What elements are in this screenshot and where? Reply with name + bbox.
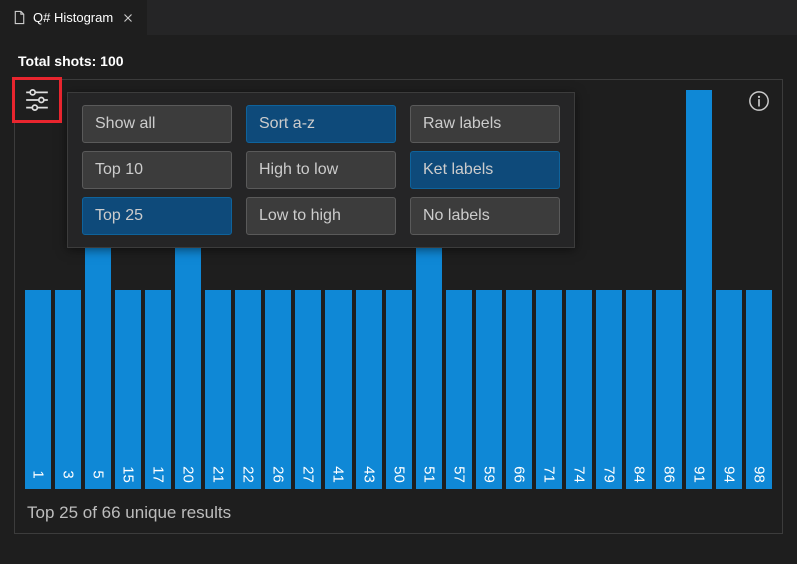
bar-label: 1 [30,470,47,478]
filter-option-1[interactable]: Top 10 [82,151,232,189]
bar-label: 79 [600,466,617,483]
bar[interactable]: 41 [325,290,351,490]
tab-bar: Q# Histogram [0,0,797,35]
settings-toggle[interactable] [12,77,62,123]
info-icon[interactable] [748,90,770,112]
bar-label: 41 [330,466,347,483]
bar[interactable]: 94 [716,290,742,490]
bar-label: 50 [390,466,407,483]
bar[interactable]: 21 [205,290,231,490]
bar-label: 71 [540,466,557,483]
bar[interactable]: 27 [295,290,321,490]
bar-label: 98 [751,466,768,483]
bar[interactable]: 59 [476,290,502,490]
bar-label: 51 [420,466,437,483]
sort-option-0[interactable]: Sort a-z [246,105,396,143]
bar-label: 21 [210,466,227,483]
bar-label: 20 [180,466,197,483]
bar[interactable]: 50 [386,290,412,490]
bar-label: 59 [480,466,497,483]
labels-option-1[interactable]: Ket labels [410,151,560,189]
bar[interactable]: 71 [536,290,562,490]
bar-label: 57 [450,466,467,483]
bar-label: 91 [691,466,708,483]
close-icon[interactable] [119,9,137,27]
sliders-icon [23,87,51,113]
bar[interactable]: 98 [746,290,772,490]
tab-qsharp-histogram[interactable]: Q# Histogram [0,0,148,35]
bar-label: 86 [661,466,678,483]
bar[interactable]: 17 [145,290,171,490]
bar[interactable]: 43 [356,290,382,490]
filter-column: Show all Top 10 Top 25 [82,105,232,235]
labels-option-0[interactable]: Raw labels [410,105,560,143]
bar-label: 43 [360,466,377,483]
bar-label: 27 [300,466,317,483]
bar-label: 22 [240,466,257,483]
filter-option-2[interactable]: Top 25 [82,197,232,235]
total-shots-label: Total shots: 100 [18,53,783,69]
bar[interactable]: 66 [506,290,532,490]
bar-label: 15 [120,466,137,483]
bar-label: 17 [150,466,167,483]
histogram-frame: Show all Top 10 Top 25 Sort a-z High to low… [14,79,783,534]
bar-label: 94 [721,466,738,483]
bar-label: 84 [630,466,647,483]
bar[interactable]: 15 [115,290,141,490]
filter-option-0[interactable]: Show all [82,105,232,143]
bar[interactable]: 91 [686,90,712,489]
tab-title: Q# Histogram [33,10,113,25]
bar[interactable]: 86 [656,290,682,490]
labels-column: Raw labels Ket labels No labels [410,105,560,235]
bar[interactable]: 84 [626,290,652,490]
bar-label: 5 [90,470,107,478]
bar-label: 3 [60,470,77,478]
bar[interactable]: 22 [235,290,261,490]
bar[interactable]: 3 [55,290,81,490]
bar[interactable]: 1 [25,290,51,490]
sort-option-1[interactable]: High to low [246,151,396,189]
panel-content: Total shots: 100 Show all Top 10 Top 25 So… [0,35,797,544]
bar-label: 26 [270,466,287,483]
bar[interactable]: 57 [446,290,472,490]
bar[interactable]: 79 [596,290,622,490]
bar-label: 74 [570,466,587,483]
labels-option-2[interactable]: No labels [410,197,560,235]
results-summary: Top 25 of 66 unique results [27,503,231,523]
sort-column: Sort a-z High to low Low to high [246,105,396,235]
sort-option-2[interactable]: Low to high [246,197,396,235]
bar[interactable]: 74 [566,290,592,490]
bar-label: 66 [510,466,527,483]
bar[interactable]: 26 [265,290,291,490]
file-icon [12,10,27,25]
options-popover: Show all Top 10 Top 25 Sort a-z High to low… [67,92,575,248]
